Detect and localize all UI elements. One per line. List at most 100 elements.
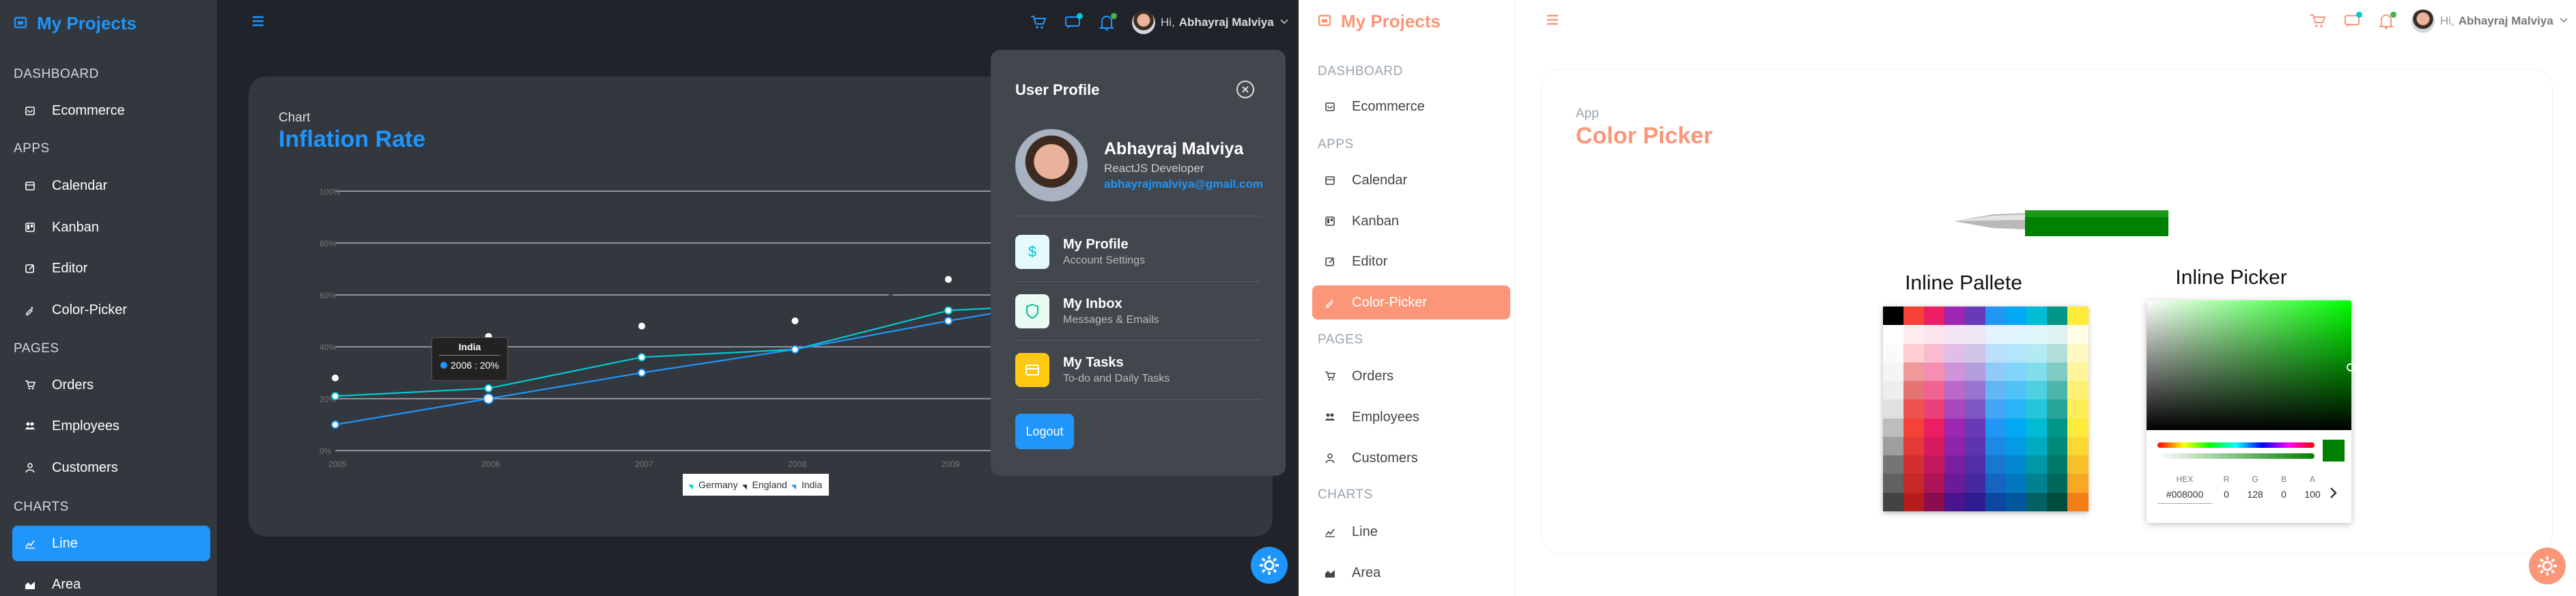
palette-swatch[interactable]	[1965, 362, 1986, 382]
r-input[interactable]: 0	[2212, 489, 2241, 504]
logout-button[interactable]: Logout	[1015, 414, 1074, 449]
palette-swatch[interactable]	[2026, 455, 2048, 474]
palette-swatch[interactable]	[2067, 455, 2089, 474]
palette-swatch[interactable]	[2047, 343, 2068, 363]
palette-swatch[interactable]	[1924, 325, 1945, 345]
palette-swatch[interactable]	[2067, 399, 2089, 419]
palette-swatch[interactable]	[1965, 399, 1986, 419]
palette-swatch[interactable]	[1985, 325, 2007, 345]
palette-swatch[interactable]	[1965, 381, 1986, 400]
palette-swatch[interactable]	[1985, 492, 2007, 512]
sidebar-item-orders[interactable]: Orders	[1312, 359, 1510, 393]
palette-swatch[interactable]	[1924, 492, 1945, 512]
palette-swatch[interactable]	[2067, 436, 2089, 456]
palette-swatch[interactable]	[2067, 325, 2089, 345]
hex-input[interactable]: #008000	[2157, 489, 2212, 504]
palette-swatch[interactable]	[1924, 343, 1945, 363]
cart-icon[interactable]	[2309, 12, 2327, 30]
palette-swatch[interactable]	[1903, 307, 1925, 326]
user-menu[interactable]: Hi, Abhayraj Malviya	[1132, 11, 1289, 34]
sidebar-item-orders[interactable]: Orders	[12, 367, 210, 403]
palette-swatch[interactable]	[2006, 307, 2027, 326]
palette-swatch[interactable]	[2067, 307, 2089, 326]
cart-icon[interactable]	[1030, 14, 1047, 31]
palette-swatch[interactable]	[2026, 399, 2048, 419]
palette-swatch[interactable]	[1965, 492, 1986, 512]
palette-swatch[interactable]	[1883, 362, 1904, 382]
palette-swatch[interactable]	[1944, 418, 1966, 438]
palette-swatch[interactable]	[2047, 399, 2068, 419]
palette-swatch[interactable]	[2026, 418, 2048, 438]
palette-swatch[interactable]	[1924, 474, 1945, 494]
palette-swatch[interactable]	[2067, 474, 2089, 494]
palette-swatch[interactable]	[2047, 474, 2068, 494]
palette-swatch[interactable]	[1985, 418, 2007, 438]
palette-swatch[interactable]	[2026, 362, 2048, 382]
sidebar-item-ecommerce[interactable]: Ecommerce	[12, 93, 210, 128]
palette-swatch[interactable]	[2006, 436, 2027, 456]
palette-swatch[interactable]	[1985, 381, 2007, 400]
palette-swatch[interactable]	[1944, 325, 1966, 345]
palette-swatch[interactable]	[1944, 399, 1966, 419]
b-input[interactable]: 0	[2269, 489, 2298, 504]
palette-swatch[interactable]	[2047, 492, 2068, 512]
palette-swatch[interactable]	[1883, 343, 1904, 363]
chevron-right-icon[interactable]	[2328, 486, 2342, 500]
legend-item[interactable]: Germany	[688, 479, 738, 490]
palette-swatch[interactable]	[1965, 474, 1986, 494]
palette-swatch[interactable]	[1903, 381, 1925, 400]
palette-swatch[interactable]	[2067, 381, 2089, 400]
palette-swatch[interactable]	[2047, 418, 2068, 438]
palette-swatch[interactable]	[1903, 418, 1925, 438]
sidebar-item-ecommerce[interactable]: Ecommerce	[1312, 89, 1510, 124]
palette-swatch[interactable]	[2006, 325, 2027, 345]
palette-swatch[interactable]	[2047, 362, 2068, 382]
settings-gear-icon[interactable]	[2529, 548, 2566, 584]
sidebar-item-employees[interactable]: Employees	[1312, 400, 1510, 434]
palette-swatch[interactable]	[1903, 492, 1925, 512]
sidebar-item-line[interactable]: Line	[1312, 515, 1510, 549]
palette-swatch[interactable]	[1944, 343, 1966, 363]
palette-swatch[interactable]	[2026, 474, 2048, 494]
palette-swatch[interactable]	[1924, 362, 1945, 382]
palette-swatch[interactable]	[1965, 455, 1986, 474]
profile-link-my-profile[interactable]: $ My Profile Account Settings	[1015, 230, 1261, 274]
palette-swatch[interactable]	[2026, 307, 2048, 326]
palette-swatch[interactable]	[1924, 418, 1945, 438]
palette-swatch[interactable]	[2026, 492, 2048, 512]
palette-swatch[interactable]	[1883, 381, 1904, 400]
palette-swatch[interactable]	[2067, 343, 2089, 363]
sidebar-item-kanban[interactable]: Kanban	[1312, 204, 1510, 238]
palette-swatch[interactable]	[1883, 474, 1904, 494]
palette-swatch[interactable]	[1944, 436, 1966, 456]
user-menu[interactable]: Hi, Abhayraj Malviya	[2411, 10, 2568, 33]
palette-swatch[interactable]	[2006, 474, 2027, 494]
profile-link-my-tasks[interactable]: My Tasks To-do and Daily Tasks	[1015, 348, 1261, 392]
legend-item[interactable]: England	[741, 479, 787, 490]
palette-swatch[interactable]	[1903, 325, 1925, 345]
sidebar-item-area[interactable]: Area	[1312, 556, 1510, 590]
palette-swatch[interactable]	[1965, 307, 1986, 326]
sidebar-item-employees[interactable]: Employees	[12, 408, 210, 444]
palette-swatch[interactable]	[2026, 343, 2048, 363]
palette-swatch[interactable]	[1883, 455, 1904, 474]
palette-swatch[interactable]	[1883, 436, 1904, 456]
palette-swatch[interactable]	[1985, 455, 2007, 474]
palette-swatch[interactable]	[1883, 325, 1904, 345]
saturation-area[interactable]	[2147, 300, 2355, 430]
palette-swatch[interactable]	[1903, 455, 1925, 474]
palette-swatch[interactable]	[2006, 455, 2027, 474]
sidebar-item-color-picker[interactable]: Color-Picker	[1312, 285, 1510, 320]
palette-swatch[interactable]	[2047, 455, 2068, 474]
sidebar-item-area[interactable]: Area	[12, 567, 210, 596]
palette-swatch[interactable]	[1924, 436, 1945, 456]
palette-swatch[interactable]	[1883, 492, 1904, 512]
sidebar-item-editor[interactable]: Editor	[12, 251, 210, 286]
palette-swatch[interactable]	[2067, 492, 2089, 512]
palette-swatch[interactable]	[1985, 399, 2007, 419]
legend-item[interactable]: India	[791, 479, 822, 490]
palette-swatch[interactable]	[1924, 381, 1945, 400]
sidebar-item-customers[interactable]: Customers	[1312, 441, 1510, 475]
sidebar-item-color-picker[interactable]: Color-Picker	[12, 292, 210, 328]
palette-swatch[interactable]	[1944, 474, 1966, 494]
